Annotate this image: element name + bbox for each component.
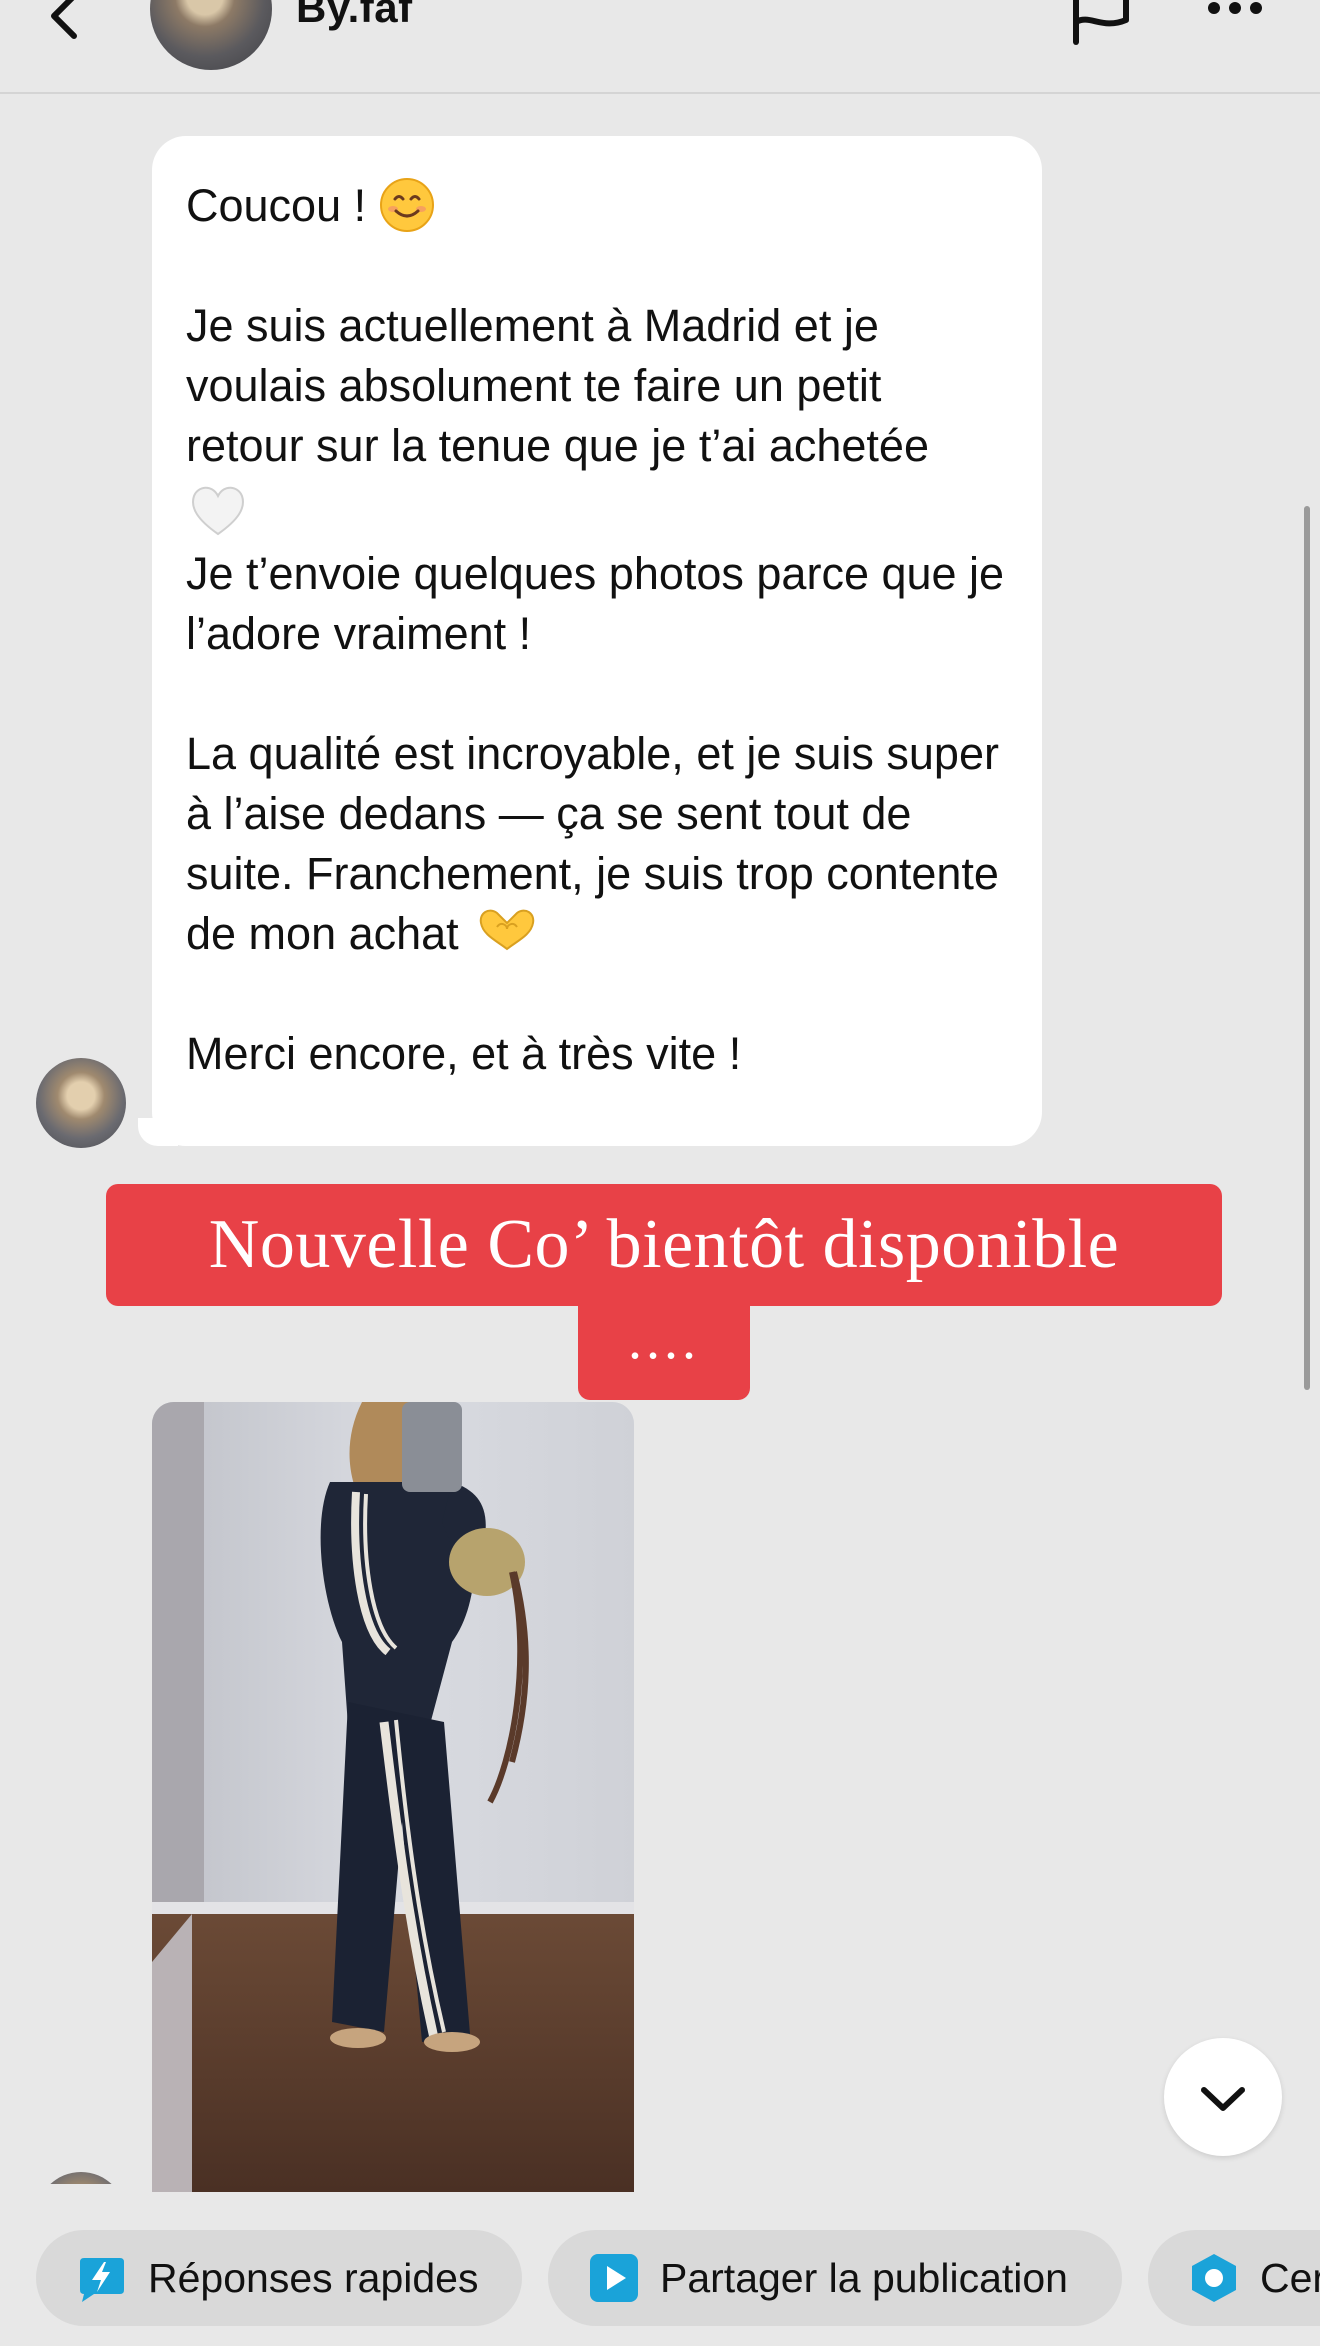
scroll-to-bottom-button[interactable] (1164, 2038, 1282, 2156)
hexagon-icon (1192, 2254, 1236, 2302)
third-quick-action-label: Cer (1260, 2254, 1320, 2301)
more-options-icon[interactable] (1200, 0, 1270, 42)
promo-banner: Nouvelle Co’ bientôt disponible (106, 1184, 1222, 1306)
heart-hands-emoji-icon (479, 909, 535, 951)
chat-header: By.faf (0, 0, 1320, 94)
message-paragraph-quality: La qualité est incroyable, et je suis su… (186, 728, 999, 959)
contact-name[interactable]: By.faf (296, 0, 413, 32)
quick-replies-button[interactable]: Réponses rapides (36, 2230, 522, 2326)
scrollbar[interactable] (1304, 506, 1310, 1390)
message-closing: Merci encore, et à très vite ! (186, 1028, 742, 1079)
message-bubble[interactable]: Coucou ! Je suis actuellement à Madrid e… (152, 136, 1042, 1146)
sender-avatar[interactable] (36, 1058, 126, 1148)
promo-ellipsis: .... (578, 1300, 750, 1400)
white-heart-emoji-icon (192, 486, 244, 536)
message-paragraph-photos: Je t’envoie quelques photos parce que je… (186, 548, 1005, 659)
flag-icon[interactable] (1068, 0, 1138, 52)
quick-replies-label: Réponses rapides (148, 2254, 479, 2301)
outfit-photo-illustration (152, 1402, 634, 2192)
lightning-icon (80, 2258, 124, 2302)
message-greeting: Coucou ! (186, 176, 1008, 236)
share-post-label: Partager la publication (660, 2254, 1068, 2301)
quick-actions-bar: Réponses rapides Partager la publication… (0, 2192, 1320, 2346)
third-quick-action-button[interactable]: Cer (1148, 2230, 1320, 2326)
share-post-button[interactable]: Partager la publication (548, 2230, 1122, 2326)
avatar[interactable] (150, 0, 272, 70)
photo-attachment[interactable] (152, 1402, 634, 2192)
play-icon (590, 2254, 638, 2302)
back-arrow-icon[interactable] (40, 0, 90, 40)
chevron-down-icon (1201, 2087, 1245, 2111)
smiling-face-emoji-icon (379, 178, 434, 232)
message-paragraph-madrid: Je suis actuellement à Madrid et je voul… (186, 300, 929, 471)
